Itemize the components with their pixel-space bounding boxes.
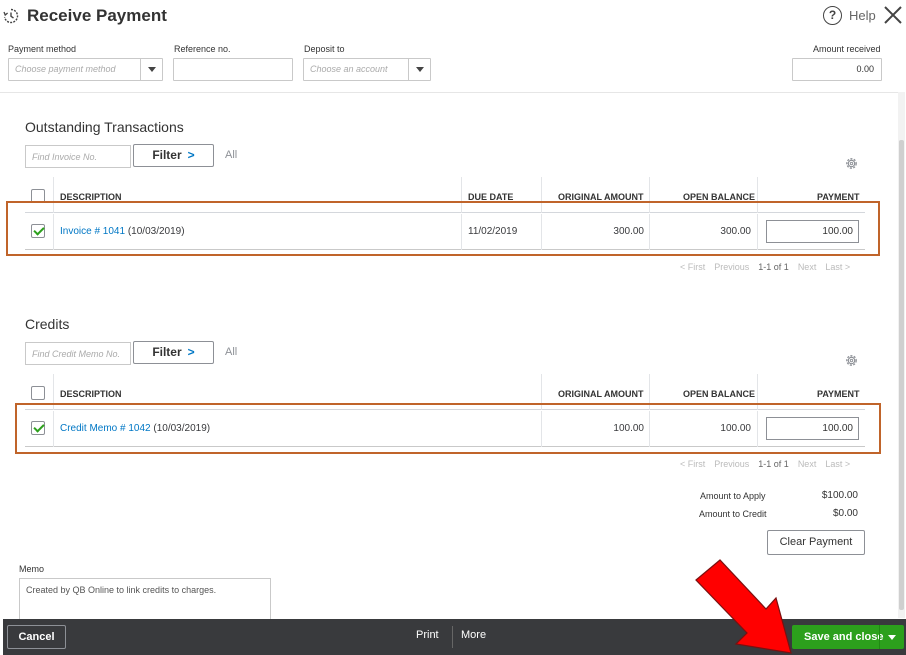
- chevron-down-icon[interactable]: [408, 59, 430, 80]
- find-credit-memo-placeholder: Find Credit Memo No.: [32, 349, 121, 359]
- pager-range: 1-1 of 1: [758, 459, 789, 469]
- credits-all-label: All: [225, 346, 238, 358]
- help-icon: ?: [823, 6, 842, 25]
- amount-received-label: Amount received: [813, 44, 881, 54]
- amount-to-apply-label: Amount to Apply: [700, 491, 766, 501]
- history-icon[interactable]: [3, 8, 19, 24]
- payment-method-placeholder: Choose payment method: [15, 64, 116, 74]
- credits-title: Credits: [25, 316, 70, 332]
- gear-icon[interactable]: [844, 156, 859, 171]
- outstanding-all-label: All: [225, 149, 238, 161]
- highlight-box: [6, 201, 880, 256]
- chevron-down-icon[interactable]: [140, 59, 162, 80]
- find-invoice-input[interactable]: Find Invoice No.: [25, 145, 131, 168]
- memo-label: Memo: [19, 564, 45, 574]
- payment-method-select[interactable]: Choose payment method: [8, 58, 163, 81]
- outstanding-title: Outstanding Transactions: [25, 119, 184, 135]
- reference-no-label: Reference no.: [174, 44, 231, 54]
- credits-filter-button[interactable]: Filter >: [133, 341, 214, 364]
- gear-icon[interactable]: [844, 353, 859, 368]
- clear-payment-button[interactable]: Clear Payment: [767, 530, 865, 555]
- pager-first[interactable]: < First: [680, 262, 705, 272]
- filter-label: Filter: [152, 148, 182, 162]
- pager-previous[interactable]: Previous: [714, 459, 749, 469]
- close-icon[interactable]: [882, 4, 904, 26]
- memo-textarea[interactable]: Created by QB Online to link credits to …: [19, 578, 271, 622]
- reference-no-field[interactable]: [173, 58, 293, 81]
- receive-payment-window: Receive Payment ? Help Payment method Ch…: [0, 0, 906, 655]
- chevron-right-icon: >: [187, 345, 195, 359]
- select-all-checkbox[interactable]: [31, 386, 45, 400]
- deposit-to-select[interactable]: Choose an account: [303, 58, 431, 81]
- amount-received-field[interactable]: 0.00: [792, 58, 882, 81]
- chevron-right-icon: >: [187, 148, 195, 162]
- help-label: Help: [849, 8, 876, 23]
- help-button[interactable]: ? Help: [823, 6, 876, 25]
- pager-range: 1-1 of 1: [758, 262, 789, 272]
- header: Receive Payment ? Help Payment method Ch…: [0, 0, 906, 92]
- pager-last[interactable]: Last >: [825, 459, 850, 469]
- filter-label: Filter: [152, 345, 182, 359]
- credits-pager: < First Previous 1-1 of 1 Next Last >: [680, 459, 850, 469]
- print-button[interactable]: Print: [416, 629, 439, 641]
- chevron-down-icon[interactable]: [879, 625, 904, 649]
- amount-to-apply-value: $100.00: [821, 490, 858, 501]
- pager-next[interactable]: Next: [798, 459, 817, 469]
- annotation-arrow-icon: [695, 559, 792, 654]
- pager-previous[interactable]: Previous: [714, 262, 749, 272]
- find-invoice-placeholder: Find Invoice No.: [32, 152, 98, 162]
- deposit-to-label: Deposit to: [304, 44, 345, 54]
- pager-next[interactable]: Next: [798, 262, 817, 272]
- outstanding-pager: < First Previous 1-1 of 1 Next Last >: [680, 262, 850, 272]
- more-button[interactable]: More: [461, 629, 486, 641]
- pager-first[interactable]: < First: [680, 459, 705, 469]
- payment-method-label: Payment method: [8, 44, 77, 54]
- amount-received-value: 0.00: [856, 64, 874, 74]
- outstanding-filter-button[interactable]: Filter >: [133, 144, 214, 167]
- page-title: Receive Payment: [27, 6, 167, 25]
- scrollbar-thumb[interactable]: [899, 140, 904, 610]
- cancel-button[interactable]: Cancel: [7, 625, 66, 649]
- deposit-to-placeholder: Choose an account: [310, 64, 388, 74]
- amount-to-credit-value: $0.00: [832, 508, 858, 519]
- find-credit-memo-input[interactable]: Find Credit Memo No.: [25, 342, 131, 365]
- footer-divider: [452, 626, 453, 648]
- pager-last[interactable]: Last >: [825, 262, 850, 272]
- highlight-box: [15, 403, 881, 454]
- amount-to-credit-label: Amount to Credit: [699, 509, 767, 519]
